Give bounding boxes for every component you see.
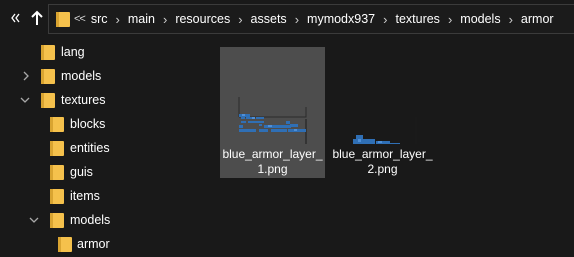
- folder-icon: [50, 141, 64, 156]
- tree-item-label: items: [70, 189, 100, 203]
- file-item-blue-armor-layer-1[interactable]: blue_armor_layer_1.png: [220, 47, 325, 178]
- tree-item-label: lang: [61, 45, 85, 59]
- file-name: blue_armor_layer_2.png: [332, 147, 433, 176]
- chevron-down-icon[interactable]: [20, 95, 30, 105]
- address-bar[interactable]: << src › main › resources › assets › mym…: [48, 4, 574, 34]
- file-name: blue_armor_layer_1.png: [222, 147, 323, 176]
- folder-icon: [58, 237, 72, 252]
- tree-item-blocks[interactable]: blocks: [0, 112, 202, 136]
- tree-item-label: blocks: [70, 117, 106, 131]
- folder-icon: [41, 93, 55, 108]
- folder-icon: [50, 165, 64, 180]
- tree-item-label: armor: [77, 237, 110, 251]
- file-list-pane: blue_armor_layer_1.png blue_armor_layer_…: [202, 38, 574, 257]
- chevron-right-icon: ›: [294, 11, 300, 27]
- breadcrumb-textures[interactable]: textures: [395, 12, 439, 26]
- chevron-right-icon: ›: [508, 11, 513, 27]
- up-arrow-icon: [31, 10, 43, 25]
- tree-item-models-sub[interactable]: models: [0, 208, 202, 232]
- tree-item-label: textures: [61, 93, 106, 107]
- tree-item-label: entities: [70, 141, 110, 155]
- tree-item-models[interactable]: models: [0, 64, 202, 88]
- tree-item-label: guis: [70, 165, 93, 179]
- tree-item-label: models: [70, 213, 111, 227]
- breadcrumb-mymodx937[interactable]: mymodx937: [307, 12, 375, 26]
- chevron-right-icon[interactable]: [21, 71, 31, 81]
- chevron-right-icon: ›: [383, 11, 388, 27]
- chevron-right-icon: ›: [115, 11, 120, 27]
- chevron-left-double-icon[interactable]: [4, 6, 26, 30]
- folder-icon: [50, 189, 64, 204]
- folder-icon: [41, 69, 55, 84]
- breadcrumb-resources[interactable]: resources: [175, 12, 230, 26]
- folder-icon: [56, 11, 70, 27]
- file-explorer-window: << src › main › resources › assets › mym…: [0, 0, 574, 257]
- tree-item-lang[interactable]: lang: [0, 40, 202, 64]
- chevron-down-icon[interactable]: [29, 215, 39, 225]
- up-arrow-button[interactable]: [26, 6, 48, 30]
- file-item-blue-armor-layer-2[interactable]: blue_armor_layer_2.png: [330, 47, 435, 178]
- breadcrumb-armor[interactable]: armor: [521, 12, 554, 26]
- breadcrumb-models[interactable]: models: [460, 12, 500, 26]
- navigation-bar: << src › main › resources › assets › mym…: [0, 0, 574, 38]
- chevron-right-icon: ›: [447, 11, 453, 27]
- breadcrumb-assets[interactable]: assets: [251, 12, 287, 26]
- chevron-right-icon: ›: [162, 11, 168, 27]
- folder-icon: [50, 213, 64, 228]
- folder-icon: [41, 45, 55, 60]
- tree-item-entities[interactable]: entities: [0, 136, 202, 160]
- tree-item-label: models: [61, 69, 102, 83]
- tree-item-textures[interactable]: textures: [0, 88, 202, 112]
- folder-icon: [50, 117, 64, 132]
- image-thumbnail-icon: [353, 117, 417, 144]
- breadcrumb-src[interactable]: src: [91, 12, 108, 26]
- image-thumbnail-icon: [238, 97, 307, 144]
- address-overflow-button[interactable]: <<: [74, 13, 86, 25]
- tree-item-items[interactable]: items: [0, 184, 202, 208]
- chevron-right-icon: ›: [238, 11, 243, 27]
- navigation-tree: lang models textures blocks entities gui…: [0, 38, 202, 257]
- tree-item-armor[interactable]: armor: [0, 232, 202, 256]
- tree-item-guis[interactable]: guis: [0, 160, 202, 184]
- breadcrumb-main[interactable]: main: [128, 12, 155, 26]
